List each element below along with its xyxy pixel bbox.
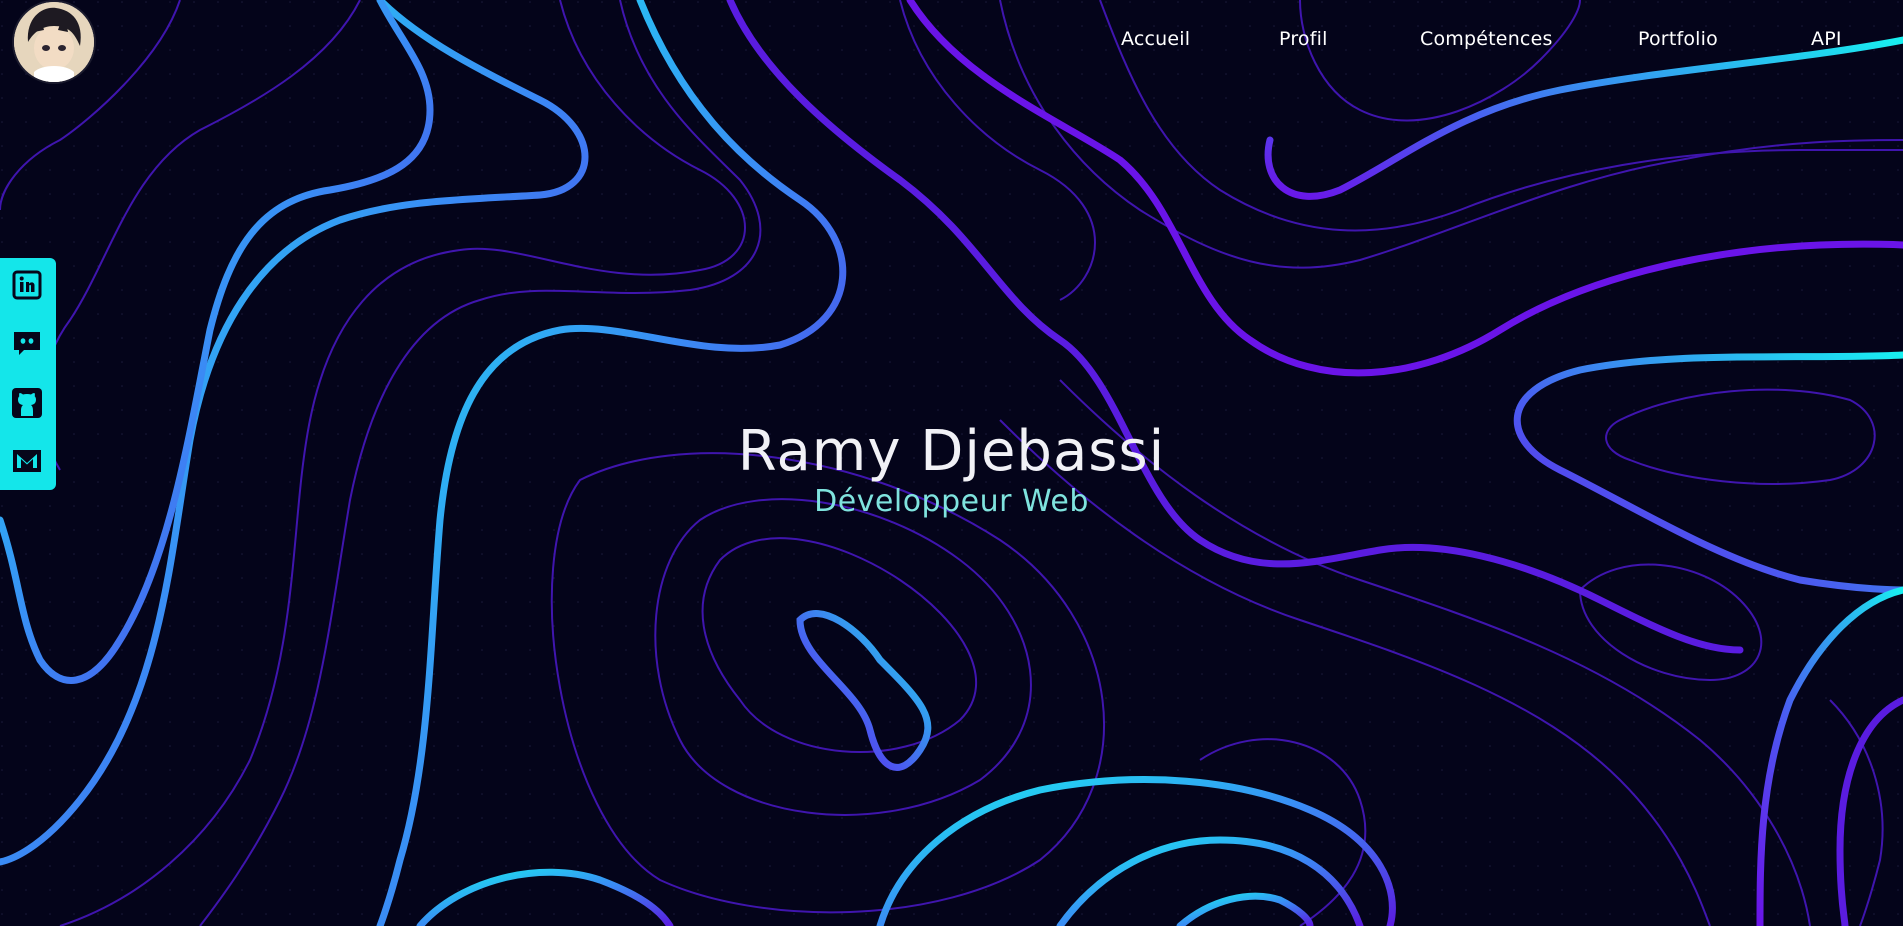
linkedin-icon bbox=[12, 270, 42, 300]
nav-link-accueil[interactable]: Accueil bbox=[1121, 28, 1190, 50]
github-link[interactable] bbox=[10, 386, 44, 420]
nav-link-profil[interactable]: Profil bbox=[1279, 28, 1328, 50]
discord-icon bbox=[14, 332, 40, 355]
discord-link[interactable] bbox=[10, 326, 44, 360]
nav-link-portfolio[interactable]: Portfolio bbox=[1638, 28, 1718, 50]
top-navigation: Accueil Profil Compétences Portfolio API bbox=[0, 28, 1903, 58]
linkedin-link[interactable] bbox=[10, 268, 44, 302]
hero-role: Développeur Web bbox=[814, 484, 1089, 519]
nav-link-api[interactable]: API bbox=[1811, 28, 1842, 50]
nav-link-competences[interactable]: Compétences bbox=[1420, 28, 1553, 50]
github-icon bbox=[12, 388, 42, 418]
hero-name: Ramy Djebassi bbox=[737, 419, 1166, 484]
